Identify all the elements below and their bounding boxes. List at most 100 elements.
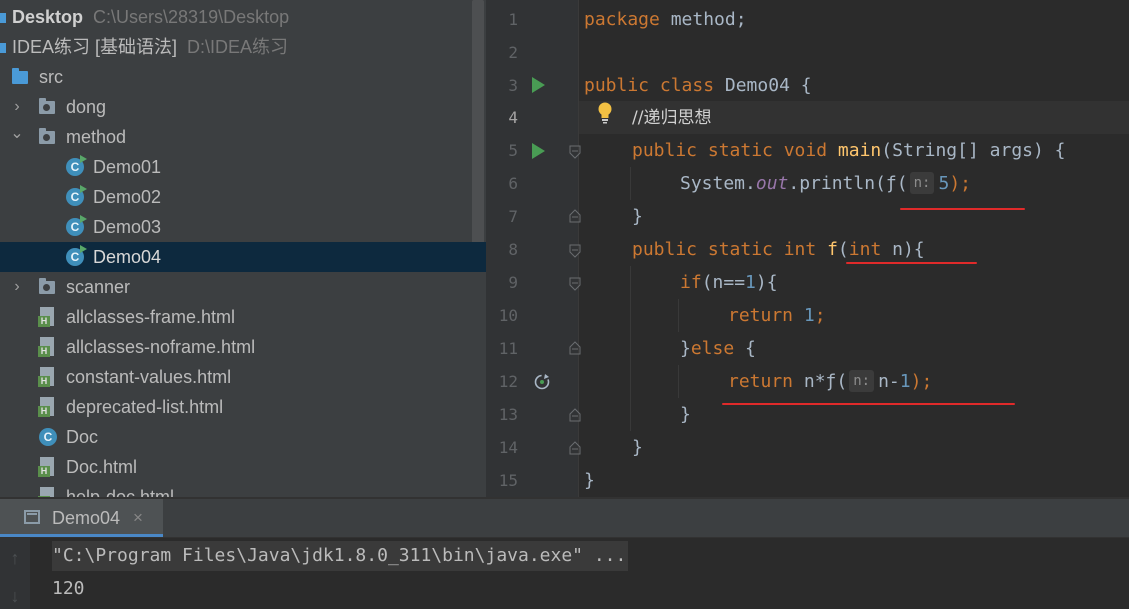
- tree-item-src[interactable]: src: [0, 62, 486, 92]
- line-number: 14: [498, 438, 518, 457]
- tree-item-demo02[interactable]: C Demo02: [0, 182, 486, 212]
- code-line-6[interactable]: System.out.println(ƒ(n: 5);: [680, 167, 1129, 200]
- fold-open-icon[interactable]: [569, 145, 581, 159]
- tree-item-allclasses-frame[interactable]: H allclasses-frame.html: [0, 302, 486, 332]
- html-file-icon: H: [38, 367, 55, 387]
- tree-item-label: help-doc.html: [66, 487, 175, 497]
- tree-item-project[interactable]: IDEA练习 [基础语法] D:\IDEA练习: [0, 32, 486, 62]
- tree-item-label: Demo01: [93, 157, 162, 177]
- tree-item-label: method: [66, 127, 127, 147]
- java-class-icon: C: [39, 428, 57, 446]
- tree-item-demo03[interactable]: C Demo03: [0, 212, 486, 242]
- up-arrow-icon[interactable]: ↑: [6, 548, 24, 569]
- code-line-1[interactable]: package method;: [584, 3, 1129, 36]
- code-line-5[interactable]: public static void main(String[] args) {: [632, 134, 1129, 167]
- project-tree: Desktop C:\Users\28319\Desktop IDEA练习 [基础…: [0, 0, 486, 497]
- expand-arrow-icon[interactable]: ›: [10, 272, 24, 302]
- code-line-9[interactable]: if(n==1){: [680, 266, 1129, 299]
- html-file-icon: H: [38, 337, 55, 357]
- code-line-14[interactable]: }: [632, 431, 1129, 464]
- line-number: 12: [498, 372, 518, 391]
- console-command-line: "C:\Program Files\Java\jdk1.8.0_311\bin\…: [52, 541, 629, 571]
- lightbulb-icon[interactable]: [597, 102, 613, 124]
- tree-item-label: Demo03: [93, 217, 162, 237]
- package-icon: [39, 98, 55, 114]
- line-number: 13: [498, 405, 518, 424]
- code-line-4[interactable]: //递归思想: [632, 101, 1129, 134]
- tree-item-constant-values[interactable]: H constant-values.html: [0, 362, 486, 392]
- run-main-icon[interactable]: [532, 143, 545, 159]
- tree-item-doc[interactable]: C Doc: [0, 422, 486, 452]
- html-file-icon: H: [38, 307, 55, 327]
- tree-item-method[interactable]: ⌄ method: [0, 122, 486, 152]
- console-output[interactable]: ↑ ↓ "C:\Program Files\Java\jdk1.8.0_311\…: [0, 538, 1129, 609]
- console-icon: [24, 510, 40, 524]
- collapse-arrow-icon[interactable]: ⌄: [10, 119, 24, 149]
- run-tab-label: Demo04: [52, 508, 121, 528]
- tree-item-demo01[interactable]: C Demo01: [0, 152, 486, 182]
- tree-item-doc-html[interactable]: H Doc.html: [0, 452, 486, 482]
- indent-guide: [630, 167, 631, 200]
- tree-item-demo04[interactable]: C Demo04: [0, 242, 486, 272]
- line-number: 1: [508, 10, 518, 29]
- indent-guide: [678, 365, 679, 398]
- fold-open-icon[interactable]: [569, 244, 581, 258]
- tree-item-allclasses-noframe[interactable]: H allclasses-noframe.html: [0, 332, 486, 362]
- down-arrow-icon[interactable]: ↓: [6, 586, 24, 607]
- code-line-12[interactable]: return n*ƒ(n: n-1);: [728, 365, 1129, 398]
- tree-item-dong[interactable]: › dong: [0, 92, 486, 122]
- module-icon: [0, 43, 6, 53]
- code-line-11[interactable]: }else {: [680, 332, 1129, 365]
- fold-close-icon[interactable]: [569, 341, 581, 355]
- html-file-icon: H: [38, 397, 55, 417]
- code-line-10[interactable]: return 1;: [728, 299, 1129, 332]
- line-number: 6: [508, 174, 518, 193]
- run-tool-window-tabs: Demo04 ×: [0, 499, 1129, 538]
- tree-item-label: Desktop: [12, 7, 84, 27]
- java-class-icon: C: [66, 155, 87, 176]
- tree-item-label: constant-values.html: [66, 367, 232, 387]
- code-editor[interactable]: 1 2 3 4 5 6 7 8 9 10 11 12 13 14 15 pack…: [486, 0, 1129, 497]
- tree-item-label: src: [39, 67, 63, 87]
- indent-guide: [630, 266, 631, 431]
- annotation-underline: [846, 262, 977, 264]
- recursive-call-icon: [533, 373, 551, 391]
- tree-item-label: deprecated-list.html: [66, 397, 224, 417]
- line-number-current: 4: [508, 108, 518, 127]
- tree-item-label: allclasses-noframe.html: [66, 337, 256, 357]
- fold-close-icon[interactable]: [569, 408, 581, 422]
- tree-item-path: D:\IDEA练习: [187, 37, 289, 57]
- source-folder-icon: [12, 68, 28, 84]
- package-icon: [39, 128, 55, 144]
- annotation-underline: [900, 208, 1025, 210]
- tree-item-scanner[interactable]: › scanner: [0, 272, 486, 302]
- tree-item-help-doc[interactable]: H help-doc.html: [0, 482, 486, 497]
- java-class-icon: C: [66, 215, 87, 236]
- java-class-icon: C: [66, 245, 87, 266]
- close-icon[interactable]: ×: [133, 499, 143, 537]
- fold-open-icon[interactable]: [569, 277, 581, 291]
- run-tab-demo04[interactable]: Demo04 ×: [0, 499, 163, 537]
- expand-arrow-icon[interactable]: ›: [10, 92, 24, 122]
- fold-close-icon[interactable]: [569, 441, 581, 455]
- line-number: 10: [498, 306, 518, 325]
- console-toolbar: ↑ ↓: [0, 538, 30, 609]
- package-icon: [39, 278, 55, 294]
- line-number: 5: [508, 141, 518, 160]
- code-line-15[interactable]: }: [584, 464, 1129, 497]
- code-line-3[interactable]: public class Demo04 {: [584, 69, 1129, 102]
- tree-item-label: scanner: [66, 277, 131, 297]
- parameter-hint: n:: [849, 370, 875, 392]
- line-number: 7: [508, 207, 518, 226]
- line-number: 15: [498, 471, 518, 490]
- line-number: 8: [508, 240, 518, 259]
- fold-close-icon[interactable]: [569, 209, 581, 223]
- tree-item-label: allclasses-frame.html: [66, 307, 236, 327]
- code-line-7[interactable]: }: [632, 200, 1129, 233]
- run-class-icon[interactable]: [532, 77, 545, 93]
- tree-item-label: IDEA练习 [基础语法]: [12, 37, 178, 57]
- line-number: 3: [508, 76, 518, 95]
- tree-item-deprecated-list[interactable]: H deprecated-list.html: [0, 392, 486, 422]
- tree-item-desktop[interactable]: Desktop C:\Users\28319\Desktop: [0, 2, 486, 32]
- tree-item-label: Doc.html: [66, 457, 138, 477]
